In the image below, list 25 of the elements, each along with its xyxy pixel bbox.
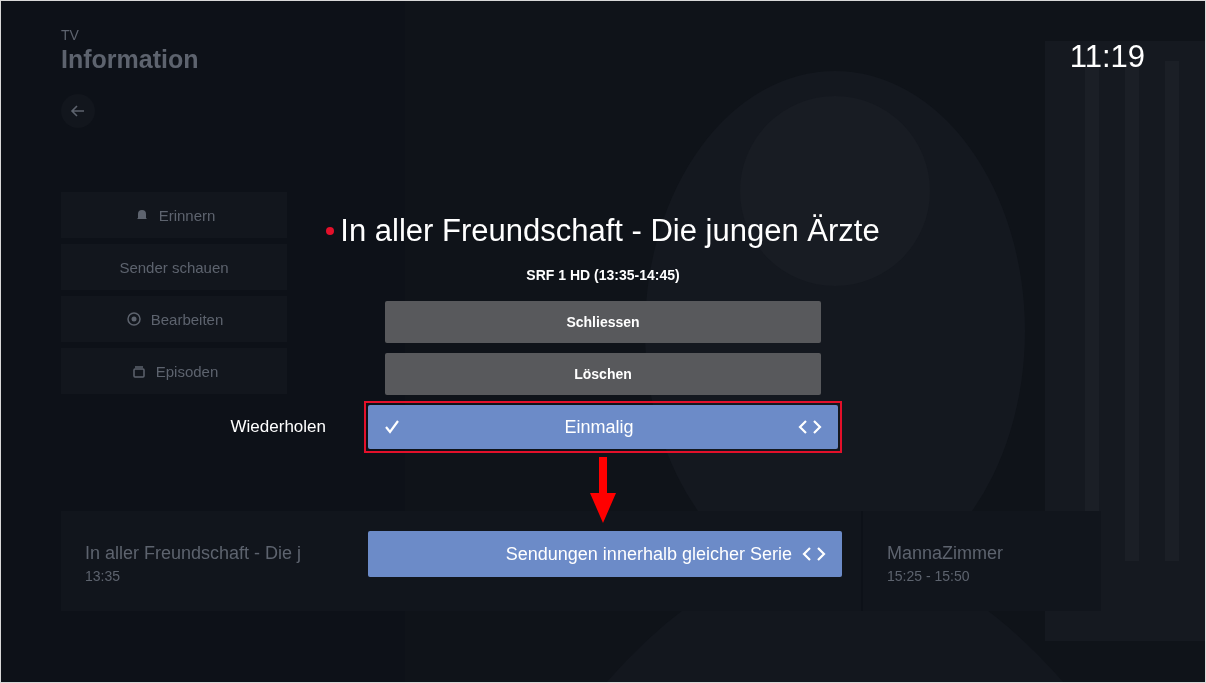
page-title: Information <box>61 45 199 74</box>
left-right-icon <box>798 419 822 435</box>
dialog-button[interactable]: Löschen <box>385 353 821 395</box>
program-title: In aller Freundschaft - Die j <box>85 543 302 564</box>
action-button[interactable]: Episoden <box>61 348 287 394</box>
back-button[interactable] <box>61 94 95 128</box>
check-icon <box>384 419 400 435</box>
program-time: 15:25 - 15:50 <box>887 568 970 584</box>
category-label: TV <box>61 27 79 43</box>
program-card[interactable]: MannaZimmer 15:25 - 15:50 <box>861 511 1101 611</box>
dialog-button[interactable]: Schliessen <box>385 301 821 343</box>
option-label: Wiederholen <box>230 417 327 437</box>
action-button[interactable]: Sender schauen <box>61 244 287 290</box>
action-button[interactable]: Bearbeiten <box>61 296 287 342</box>
target-icon <box>124 310 143 328</box>
option-selector[interactable]: Sendungen innerhalb gleicher Serie <box>368 531 842 577</box>
clock: 11:19 <box>1069 39 1145 75</box>
arrow-icon <box>588 457 618 523</box>
channel-time: SRF 1 HD (13:35-14:45) <box>526 267 680 283</box>
program-time: 13:35 <box>85 568 121 584</box>
dialog-title: In aller Freundschaft - Die jungen Ärzte <box>340 213 880 249</box>
left-right-icon <box>802 546 826 562</box>
program-title: MannaZimmer <box>887 543 1004 564</box>
action-button[interactable]: Erinnern <box>61 192 287 238</box>
option-selector[interactable]: Einmalig <box>368 405 838 449</box>
